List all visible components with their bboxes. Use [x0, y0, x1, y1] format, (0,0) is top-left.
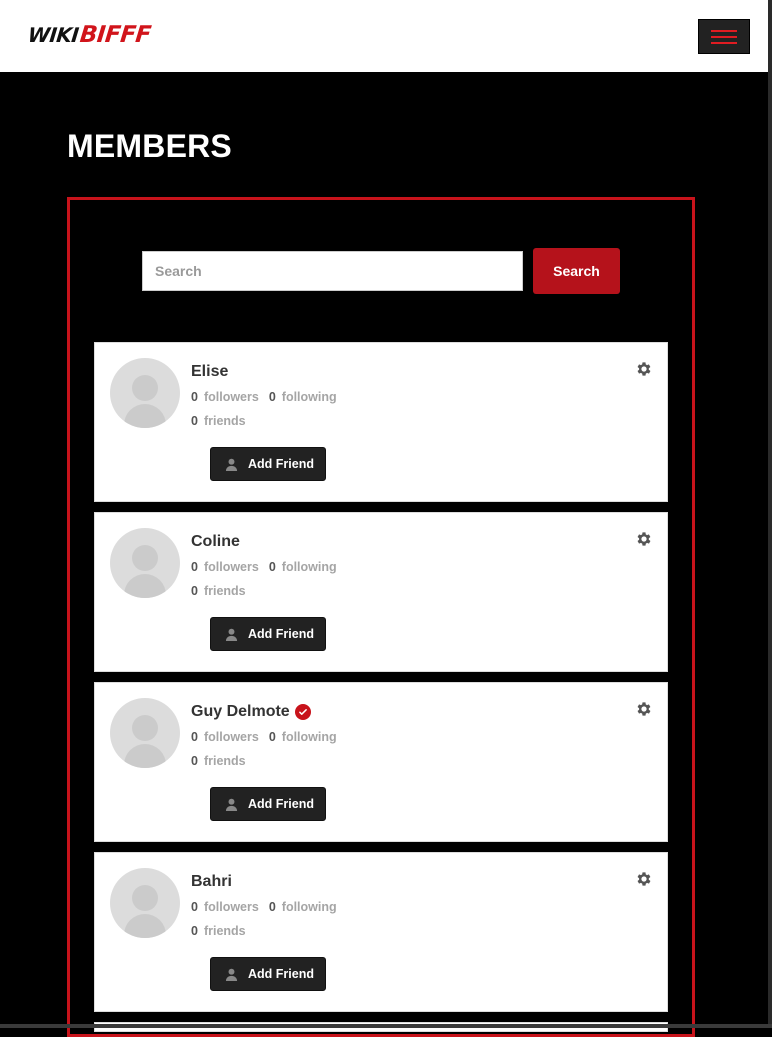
member-follow-stats: 0 followers 0 following — [191, 560, 347, 574]
page-scrollbar[interactable] — [768, 0, 772, 1028]
add-friend-button[interactable]: Add Friend — [210, 447, 326, 481]
following-count: 0 — [268, 730, 276, 744]
member-card: Bahri 0 followers 0 following 0 friends Add Fri… — [94, 852, 668, 1012]
search-button[interactable]: Search — [533, 248, 620, 294]
add-friend-label: Add Friend — [248, 967, 314, 981]
member-friend-stats: 0 friends — [191, 414, 256, 428]
following-count: 0 — [268, 390, 276, 404]
friends-label[interactable]: friends — [204, 754, 246, 768]
add-friend-label: Add Friend — [248, 457, 314, 471]
friends-label[interactable]: friends — [204, 414, 246, 428]
avatar[interactable] — [110, 358, 180, 428]
member-name-row: Bahri — [191, 873, 232, 891]
user-icon — [225, 628, 238, 641]
friends-label[interactable]: friends — [204, 924, 246, 938]
member-friend-stats: 0 friends — [191, 754, 256, 768]
member-name-row: Guy Delmote — [191, 703, 311, 721]
user-icon — [225, 458, 238, 471]
member-follow-stats: 0 followers 0 following — [191, 390, 347, 404]
followers-count: 0 — [191, 730, 198, 744]
site-header: WIKI BIFFF — [0, 0, 768, 72]
avatar[interactable] — [110, 528, 180, 598]
avatar[interactable] — [110, 868, 180, 938]
member-friend-stats: 0 friends — [191, 584, 256, 598]
user-icon — [225, 968, 238, 981]
gear-icon[interactable] — [635, 700, 653, 718]
member-follow-stats: 0 followers 0 following — [191, 900, 347, 914]
member-name-row: Elise — [191, 363, 228, 381]
logo-text-wiki: WIKI — [26, 23, 80, 47]
member-friend-stats: 0 friends — [191, 924, 256, 938]
member-name[interactable]: Guy Delmote — [191, 703, 290, 721]
member-name[interactable]: Elise — [191, 363, 228, 381]
followers-count: 0 — [191, 900, 198, 914]
friends-count: 0 — [191, 414, 198, 428]
hamburger-icon-bar — [711, 35, 737, 38]
member-card: Elise 0 followers 0 following 0 friends Add Fri… — [94, 342, 668, 502]
avatar[interactable] — [110, 698, 180, 768]
following-count: 0 — [268, 900, 276, 914]
logo-text-bifff: BIFFF — [79, 22, 153, 48]
add-friend-label: Add Friend — [248, 797, 314, 811]
hamburger-menu-button[interactable] — [698, 19, 750, 54]
member-search-input[interactable] — [142, 251, 523, 291]
following-label[interactable]: following — [282, 900, 337, 914]
page-title: MEMBERS — [67, 128, 232, 164]
following-label[interactable]: following — [282, 560, 337, 574]
member-name[interactable]: Coline — [191, 533, 240, 551]
hamburger-icon-bar — [711, 41, 737, 44]
followers-label[interactable]: followers — [204, 900, 259, 914]
followers-label[interactable]: followers — [204, 730, 259, 744]
member-card: Coline 0 followers 0 following 0 friends Add Fr… — [94, 512, 668, 672]
member-follow-stats: 0 followers 0 following — [191, 730, 347, 744]
bottom-edge — [0, 1024, 772, 1028]
following-count: 0 — [268, 560, 276, 574]
gear-icon[interactable] — [635, 530, 653, 548]
hamburger-icon — [711, 29, 737, 32]
friends-count: 0 — [191, 584, 198, 598]
followers-label[interactable]: followers — [204, 390, 259, 404]
followers-count: 0 — [191, 560, 198, 574]
add-friend-button[interactable]: Add Friend — [210, 957, 326, 991]
gear-icon[interactable] — [635, 870, 653, 888]
user-icon — [225, 798, 238, 811]
followers-label[interactable]: followers — [204, 560, 259, 574]
friends-count: 0 — [191, 754, 198, 768]
member-name[interactable]: Bahri — [191, 873, 232, 891]
member-name-row: Coline — [191, 533, 240, 551]
add-friend-label: Add Friend — [248, 627, 314, 641]
site-logo[interactable]: WIKI BIFFF — [26, 22, 153, 48]
gear-icon[interactable] — [635, 360, 653, 378]
member-card: Guy Delmote 0 followers 0 following 0 friends A… — [94, 682, 668, 842]
friends-label[interactable]: friends — [204, 584, 246, 598]
following-label[interactable]: following — [282, 390, 337, 404]
following-label[interactable]: following — [282, 730, 337, 744]
followers-count: 0 — [191, 390, 198, 404]
friends-count: 0 — [191, 924, 198, 938]
verified-badge-icon — [294, 704, 311, 720]
add-friend-button[interactable]: Add Friend — [210, 617, 326, 651]
add-friend-button[interactable]: Add Friend — [210, 787, 326, 821]
